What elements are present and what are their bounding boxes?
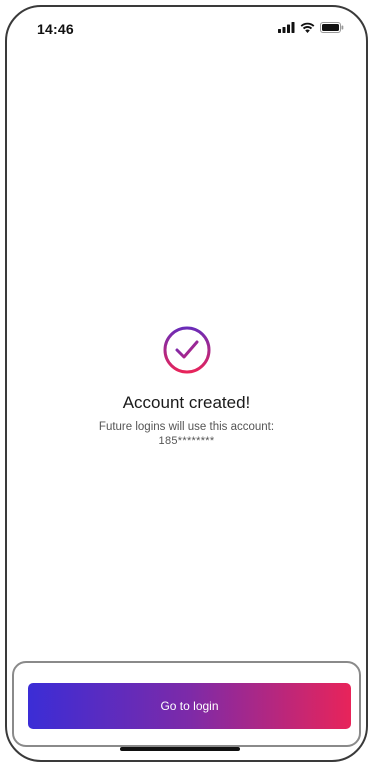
go-to-login-button[interactable]: Go to login	[28, 683, 351, 729]
status-time: 14:46	[37, 21, 74, 37]
success-title: Account created!	[122, 393, 251, 412]
signal-icon	[278, 22, 295, 33]
status-icons	[278, 22, 344, 33]
success-message: Account created! Future logins will use …	[7, 325, 366, 448]
success-subtitle: Future logins will use this account:	[98, 421, 275, 433]
bottom-action-panel: Go to login	[12, 661, 361, 747]
masked-account-number: 185********	[158, 435, 215, 447]
check-circle-icon	[162, 325, 212, 375]
status-bar: 14:46	[7, 7, 366, 51]
wifi-icon	[300, 22, 315, 33]
home-indicator[interactable]	[120, 747, 240, 751]
phone-frame: 14:46 Account created! Future logins wil…	[5, 5, 368, 762]
battery-icon	[320, 22, 344, 33]
